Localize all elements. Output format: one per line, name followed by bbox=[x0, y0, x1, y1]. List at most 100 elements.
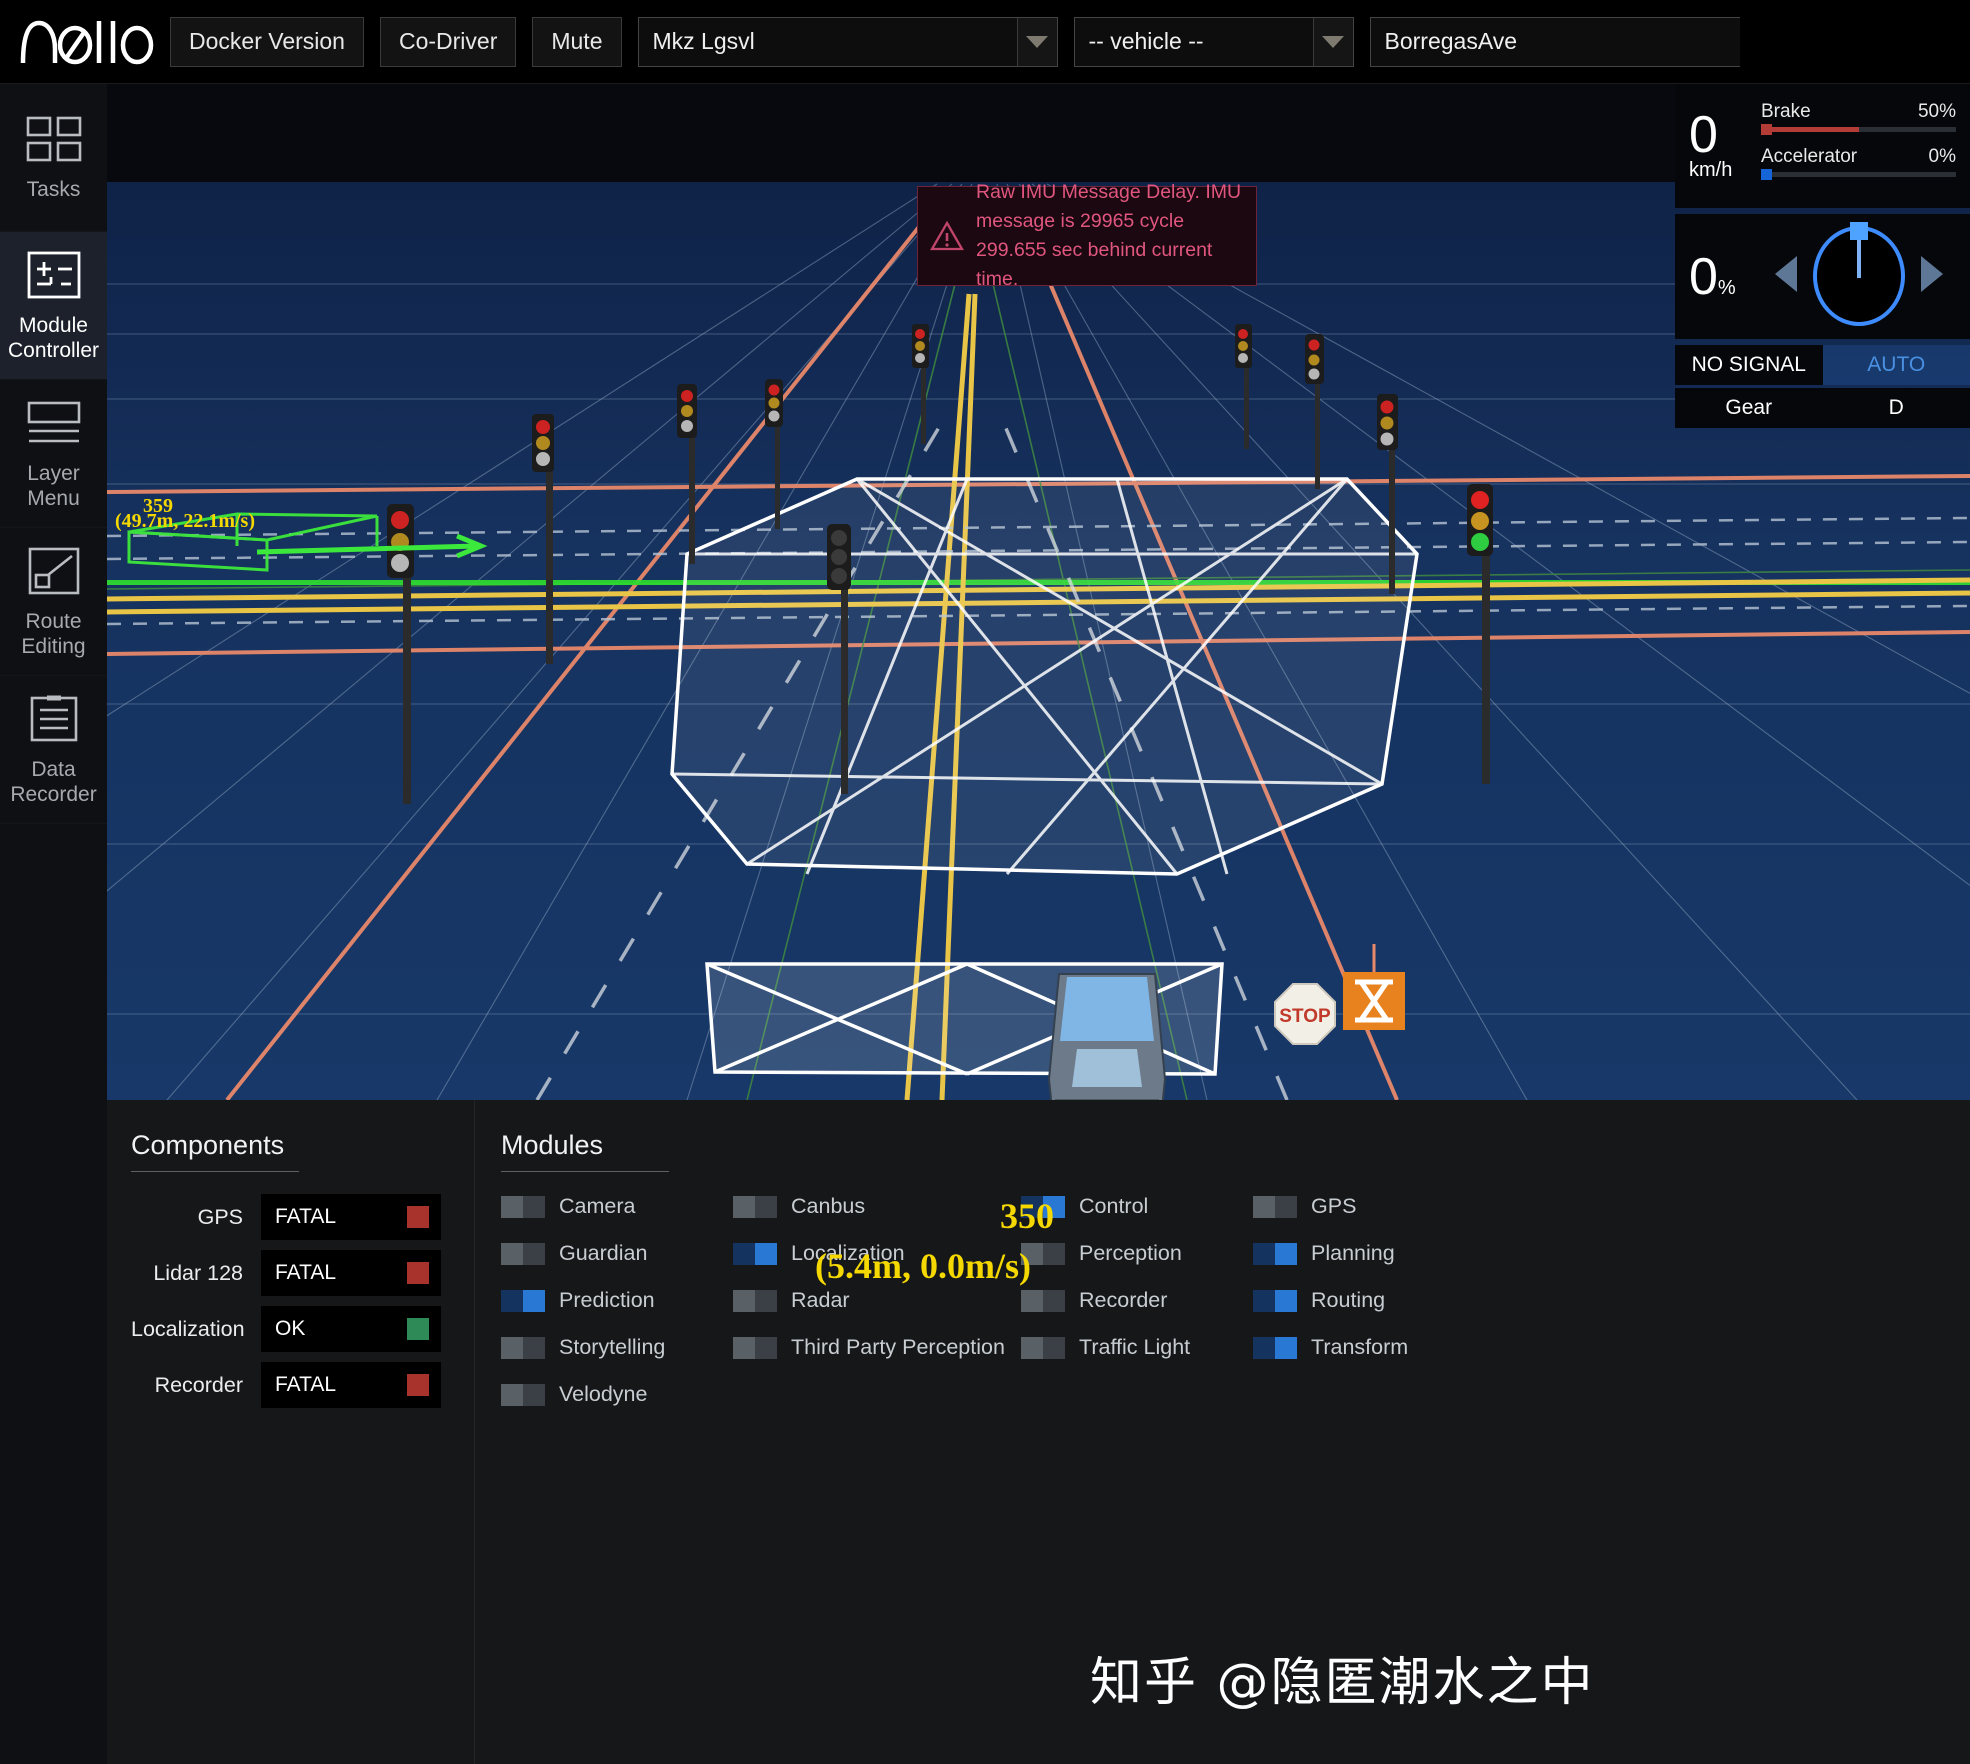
module-toggle-velodyne[interactable]: Velodyne bbox=[501, 1382, 733, 1407]
component-row: Localization OK bbox=[131, 1306, 474, 1352]
status-led-icon bbox=[407, 1318, 429, 1340]
map-select[interactable]: Mkz Lgsvl bbox=[637, 16, 1058, 67]
turn-signal-status: NO SIGNAL bbox=[1675, 345, 1823, 385]
steer-left-arrow-icon bbox=[1773, 254, 1799, 299]
component-row: GPS FATAL bbox=[131, 1194, 474, 1240]
toggle-switch-icon[interactable] bbox=[501, 1242, 545, 1265]
accelerator-bar-knob bbox=[1761, 169, 1772, 180]
warning-message: Raw IMU Message Delay. IMU message is 29… bbox=[976, 181, 1242, 290]
module-label: Recorder bbox=[1079, 1288, 1168, 1312]
document-icon bbox=[28, 693, 80, 745]
module-toggle-recorder[interactable]: Recorder bbox=[1021, 1288, 1253, 1313]
toggle-switch-icon[interactable] bbox=[501, 1289, 545, 1312]
grid-icon bbox=[26, 113, 82, 165]
toggle-switch-icon[interactable] bbox=[733, 1242, 777, 1265]
component-row: Lidar 128 FATAL bbox=[131, 1250, 474, 1296]
module-controller-icon bbox=[27, 249, 81, 301]
module-label: Perception bbox=[1079, 1241, 1182, 1265]
chevron-down-icon[interactable] bbox=[1016, 17, 1057, 66]
module-toggle-canbus[interactable]: Canbus bbox=[733, 1194, 1021, 1219]
module-toggle-third-party-perception[interactable]: Third Party Perception bbox=[733, 1335, 1021, 1360]
toggle-switch-icon[interactable] bbox=[1253, 1195, 1297, 1218]
module-label: Velodyne bbox=[559, 1382, 648, 1406]
module-toggle-storytelling[interactable]: Storytelling bbox=[501, 1335, 733, 1360]
toggle-switch-icon[interactable] bbox=[1253, 1242, 1297, 1265]
status-led-icon bbox=[407, 1374, 429, 1396]
vehicle-select[interactable]: -- vehicle -- bbox=[1073, 16, 1354, 67]
steering-wheel-icon bbox=[1807, 220, 1911, 333]
module-label: Guardian bbox=[559, 1241, 648, 1265]
apollo-logo bbox=[0, 0, 170, 84]
module-label: GPS bbox=[1311, 1194, 1357, 1218]
docker-version-button[interactable]: Docker Version bbox=[170, 16, 364, 67]
obstacle-359-info: (49.7m, 22.1m/s) bbox=[115, 510, 255, 532]
toggle-switch-icon[interactable] bbox=[1021, 1289, 1065, 1312]
scenario-select-value: BorregasAve bbox=[1384, 28, 1518, 54]
modules-grid: Camera Canbus Control GPS Guardian Localizati… bbox=[501, 1194, 1970, 1407]
module-toggle-routing[interactable]: Routing bbox=[1253, 1288, 1553, 1313]
status-led-icon bbox=[407, 1262, 429, 1284]
module-toggle-transform[interactable]: Transform bbox=[1253, 1335, 1553, 1360]
module-toggle-radar[interactable]: Radar bbox=[733, 1288, 1021, 1313]
component-name: Lidar 128 bbox=[153, 1260, 243, 1285]
sidebar-item-route-editing[interactable]: Route Editing bbox=[0, 528, 107, 676]
toggle-switch-icon[interactable] bbox=[1021, 1336, 1065, 1359]
steering-value: 0 bbox=[1689, 247, 1718, 306]
gauge-stack: 0 km/h Brake 50% Accelerator 0% 0% NO SI… bbox=[1675, 84, 1970, 428]
toggle-switch-icon[interactable] bbox=[501, 1383, 545, 1406]
sidebar-item-label: Data Recorder bbox=[10, 757, 97, 806]
module-label: Planning bbox=[1311, 1241, 1395, 1265]
module-label: Traffic Light bbox=[1079, 1335, 1191, 1359]
toggle-switch-icon[interactable] bbox=[1253, 1289, 1297, 1312]
toggle-switch-icon[interactable] bbox=[501, 1195, 545, 1218]
sidebar-item-module-controller[interactable]: Module Controller bbox=[0, 232, 107, 380]
obstacle-350-info: (5.4m, 0.0m/s) bbox=[815, 1246, 1031, 1286]
toggle-switch-icon[interactable] bbox=[733, 1289, 777, 1312]
component-name: Localization bbox=[131, 1316, 245, 1341]
module-label: Routing bbox=[1311, 1288, 1386, 1312]
module-label: Radar bbox=[791, 1288, 850, 1312]
map-select-value: Mkz Lgsvl bbox=[652, 28, 755, 54]
component-status: FATAL bbox=[261, 1194, 441, 1240]
module-label: Storytelling bbox=[559, 1335, 666, 1359]
module-toggle-traffic-light[interactable]: Traffic Light bbox=[1021, 1335, 1253, 1360]
steering-unit: % bbox=[1717, 276, 1736, 299]
module-toggle-prediction[interactable]: Prediction bbox=[501, 1288, 733, 1313]
components-list: GPS FATAL Lidar 128 FATAL Localization OK Reco… bbox=[131, 1194, 474, 1408]
accelerator-label: Accelerator bbox=[1761, 146, 1858, 167]
components-title: Components bbox=[131, 1130, 285, 1160]
module-toggle-camera[interactable]: Camera bbox=[501, 1194, 733, 1219]
toggle-switch-icon[interactable] bbox=[733, 1336, 777, 1359]
modules-title: Modules bbox=[501, 1130, 604, 1160]
brake-label: Brake bbox=[1761, 101, 1811, 122]
toggle-switch-icon[interactable] bbox=[733, 1195, 777, 1218]
sidebar-item-data-recorder[interactable]: Data Recorder bbox=[0, 676, 107, 824]
watermark: 知乎 @隐匿潮水之中 bbox=[1090, 1653, 1595, 1713]
signal-panel: NO SIGNAL AUTO bbox=[1675, 345, 1970, 385]
toggle-switch-icon[interactable] bbox=[501, 1336, 545, 1359]
scenario-select[interactable]: BorregasAve bbox=[1369, 16, 1740, 67]
module-toggle-perception[interactable]: Perception bbox=[1021, 1241, 1253, 1266]
co-driver-button[interactable]: Co-Driver bbox=[379, 16, 517, 67]
brake-bar-knob bbox=[1761, 124, 1772, 135]
mute-button[interactable]: Mute bbox=[532, 16, 622, 67]
chevron-down-icon[interactable] bbox=[1312, 17, 1353, 66]
module-toggle-guardian[interactable]: Guardian bbox=[501, 1241, 733, 1266]
component-status-text: FATAL bbox=[275, 1373, 337, 1396]
module-label: Camera bbox=[559, 1194, 636, 1218]
layers-icon bbox=[26, 397, 82, 449]
module-toggle-planning[interactable]: Planning bbox=[1253, 1241, 1553, 1266]
toggle-switch-icon[interactable] bbox=[1253, 1336, 1297, 1359]
module-label: Third Party Perception bbox=[791, 1335, 1005, 1359]
component-status-text: FATAL bbox=[275, 1205, 337, 1228]
components-panel: Components GPS FATAL Lidar 128 FATAL Localiz… bbox=[107, 1100, 475, 1764]
module-label: Prediction bbox=[559, 1288, 655, 1312]
sidebar-item-tasks[interactable]: Tasks bbox=[0, 84, 107, 232]
module-toggle-control[interactable]: Control bbox=[1021, 1194, 1253, 1219]
sidebar-item-label: Tasks bbox=[26, 178, 81, 201]
speed-unit: km/h bbox=[1689, 158, 1733, 181]
sidebar-item-layer-menu[interactable]: Layer Menu bbox=[0, 380, 107, 528]
gear-panel: Gear D bbox=[1675, 388, 1970, 428]
module-label: Canbus bbox=[791, 1194, 866, 1218]
module-toggle-gps[interactable]: GPS bbox=[1253, 1194, 1553, 1219]
